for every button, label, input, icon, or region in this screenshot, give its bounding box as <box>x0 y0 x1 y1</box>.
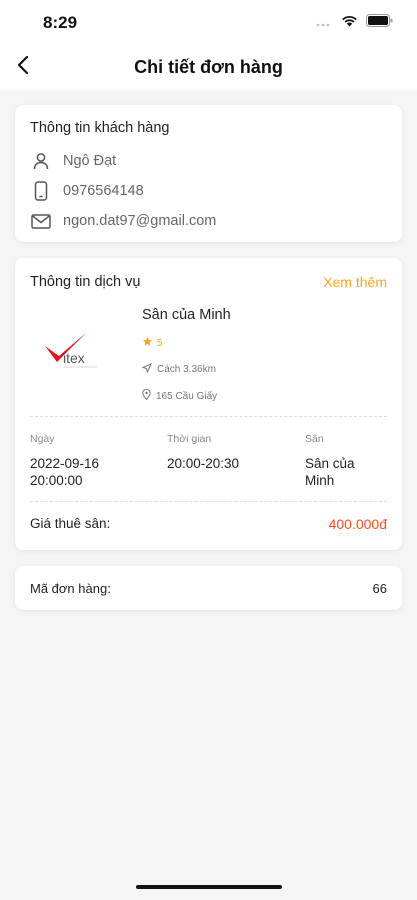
customer-info-title: Thông tin khách hàng <box>30 120 170 136</box>
star-icon <box>142 336 153 350</box>
order-id-label: Mã đơn hàng: <box>30 581 111 596</box>
divider <box>30 416 387 417</box>
price-value: 400.000đ <box>328 516 387 532</box>
page-title: Chi tiết đơn hàng <box>134 57 283 77</box>
order-card: Mã đơn hàng: 66 <box>15 566 402 610</box>
time-label: Thời gian <box>167 433 212 445</box>
venue-logo: itex <box>37 328 107 378</box>
home-indicator <box>136 885 282 889</box>
signal-icon <box>315 14 333 32</box>
status-bar: 8:29 <box>0 0 417 44</box>
nav-bar: Chi tiết đơn hàng <box>0 44 417 90</box>
venue-distance: Cách 3.36km <box>141 363 216 376</box>
status-time: 8:29 <box>43 13 78 32</box>
venue-rating: 5 <box>142 336 163 350</box>
service-info-card: Thông tin dịch vụ Xem thêm itex Sân của … <box>15 258 402 550</box>
battery-icon <box>366 14 393 32</box>
divider <box>30 501 387 502</box>
phone-icon <box>30 180 52 202</box>
time-value: 20:00-20:30 <box>167 456 240 471</box>
court-value: Sân của Minh <box>305 456 355 488</box>
customer-name: Ngô Đạt <box>63 153 117 169</box>
customer-phone-row: 0976564148 <box>30 176 216 206</box>
mail-icon <box>30 210 52 232</box>
navigation-icon <box>141 363 152 376</box>
court-label: Sân <box>305 433 324 445</box>
service-info-title: Thông tin dịch vụ <box>30 274 141 290</box>
user-icon <box>30 150 52 172</box>
address-text: 165 Cầu Giấy <box>156 390 218 402</box>
svg-text:itex: itex <box>63 350 85 366</box>
order-id-value: 66 <box>372 581 387 596</box>
customer-email[interactable]: ngon.dat97@gmail.com <box>63 213 216 229</box>
distance-text: Cách 3.36km <box>157 364 216 375</box>
rating-value: 5 <box>157 337 163 349</box>
customer-phone[interactable]: 0976564148 <box>63 183 144 199</box>
status-icons <box>315 14 393 32</box>
venue-address: 165 Cầu Giấy <box>142 388 218 403</box>
date-label: Ngày <box>30 433 55 445</box>
location-pin-icon <box>142 388 151 403</box>
wifi-icon <box>341 14 358 32</box>
customer-name-row: Ngô Đạt <box>30 146 216 176</box>
see-more-link[interactable]: Xem thêm <box>323 274 387 290</box>
venue-name: Sân của Minh <box>142 307 231 323</box>
date-value: 2022-09-16 20:00:00 <box>30 456 100 488</box>
price-label: Giá thuê sân: <box>30 516 111 531</box>
customer-email-row: ngon.dat97@gmail.com <box>30 206 216 236</box>
customer-info-list: Ngô Đạt 0976564148 ngon.dat97@gmail.com <box>30 146 216 236</box>
customer-info-card: Thông tin khách hàng Ngô Đạt 0976564148 … <box>15 105 402 242</box>
